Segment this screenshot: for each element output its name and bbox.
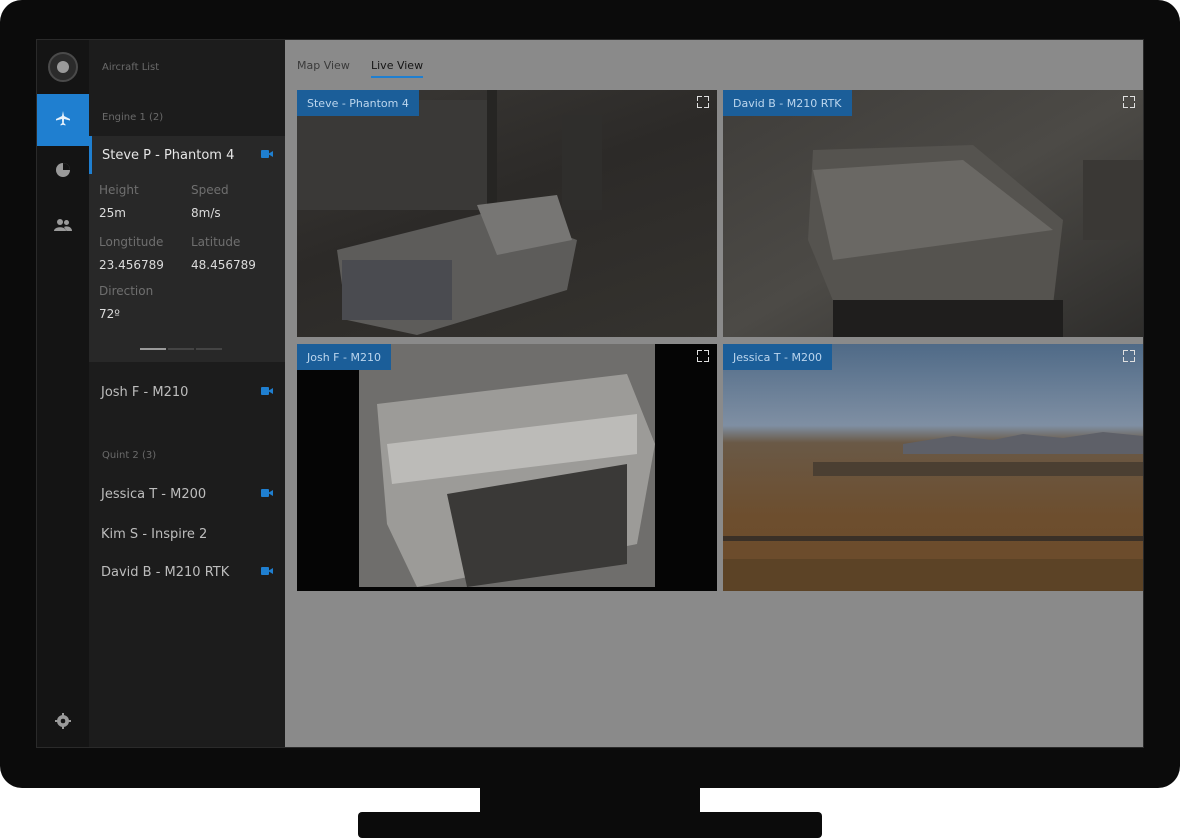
feed-scene: [808, 145, 1143, 337]
fullscreen-icon[interactable]: [1123, 350, 1135, 362]
video-camera-icon[interactable]: [261, 567, 273, 575]
height-value: 25m: [99, 206, 126, 220]
video-camera-icon[interactable]: [261, 150, 273, 158]
direction-value: 72º: [99, 307, 120, 321]
video-camera-icon[interactable]: [261, 387, 273, 395]
feed-label: Steve - Phantom 4: [297, 90, 419, 116]
video-feed-josh[interactable]: Josh F - M210: [297, 344, 717, 591]
logo-icon: [48, 52, 78, 82]
longitude-label: Longtitude: [99, 235, 164, 249]
video-feed-david[interactable]: David B - M210 RTK: [723, 90, 1143, 337]
pager-dot[interactable]: [196, 348, 222, 350]
icon-rail: [37, 40, 89, 747]
longitude-value: 23.456789: [99, 258, 164, 272]
group-label-engine: Engine 1 (2): [102, 112, 164, 123]
aircraft-item-steve[interactable]: Steve P - Phantom 4: [89, 136, 285, 174]
fullscreen-icon[interactable]: [1123, 96, 1135, 108]
aircraft-item-josh[interactable]: Josh F - M210: [89, 373, 285, 411]
aircraft-name: Jessica T - M200: [101, 486, 207, 502]
aircraft-item-kim[interactable]: Kim S - Inspire 2: [89, 515, 285, 553]
aircraft-name: Josh F - M210: [101, 384, 189, 400]
latitude-value: 48.456789: [191, 258, 256, 272]
aircraft-details: Height 25m Speed 8m/s Longtitude 23.4567…: [89, 174, 285, 362]
aircraft-item-david[interactable]: David B - M210 RTK: [89, 553, 285, 591]
aircraft-panel: Aircraft List Engine 1 (2) Steve P - Pha…: [89, 40, 285, 747]
fullscreen-icon[interactable]: [697, 96, 709, 108]
users-icon: [54, 217, 72, 236]
speed-value: 8m/s: [191, 206, 221, 220]
feed-scene: [297, 90, 602, 335]
nav-stats[interactable]: [37, 146, 89, 198]
monitor-frame: Aircraft List Engine 1 (2) Steve P - Pha…: [0, 0, 1180, 788]
nav-settings[interactable]: [37, 697, 89, 747]
video-feed-steve[interactable]: Steve - Phantom 4: [297, 90, 717, 337]
aircraft-name: David B - M210 RTK: [101, 564, 230, 580]
aircraft-name: Kim S - Inspire 2: [101, 526, 208, 542]
speed-label: Speed: [191, 183, 229, 197]
direction-label: Direction: [99, 284, 154, 298]
main-view: Map View Live View Steve - Phantom 4 Dav…: [285, 40, 1143, 747]
feed-scene: [359, 344, 655, 587]
monitor-stand-base: [358, 812, 822, 838]
aircraft-name: Steve P - Phantom 4: [102, 147, 235, 163]
height-label: Height: [99, 183, 139, 197]
feed-label: Josh F - M210: [297, 344, 391, 370]
video-camera-icon[interactable]: [261, 489, 273, 497]
pager-dot[interactable]: [168, 348, 194, 350]
pager-dot-active[interactable]: [140, 348, 166, 350]
tab-map-view[interactable]: Map View: [297, 59, 350, 72]
nav-aircraft[interactable]: [37, 94, 89, 146]
tab-live-view[interactable]: Live View: [371, 59, 424, 78]
feed-scene: [723, 432, 1143, 591]
video-feed-jessica[interactable]: Jessica T - M200: [723, 344, 1143, 591]
monitor-stand-neck: [480, 787, 700, 813]
fullscreen-icon[interactable]: [697, 350, 709, 362]
aircraft-item-jessica[interactable]: Jessica T - M200: [89, 475, 285, 513]
nav-users[interactable]: [37, 200, 89, 252]
feed-label: David B - M210 RTK: [723, 90, 852, 116]
app-screen: Aircraft List Engine 1 (2) Steve P - Pha…: [36, 39, 1144, 748]
latitude-label: Latitude: [191, 235, 241, 249]
panel-title: Aircraft List: [102, 62, 160, 73]
pie-chart-icon: [55, 162, 71, 182]
feed-label: Jessica T - M200: [723, 344, 832, 370]
gear-icon: [55, 713, 71, 733]
group-label-quint: Quint 2 (3): [102, 450, 157, 461]
airplane-icon: [55, 110, 71, 130]
